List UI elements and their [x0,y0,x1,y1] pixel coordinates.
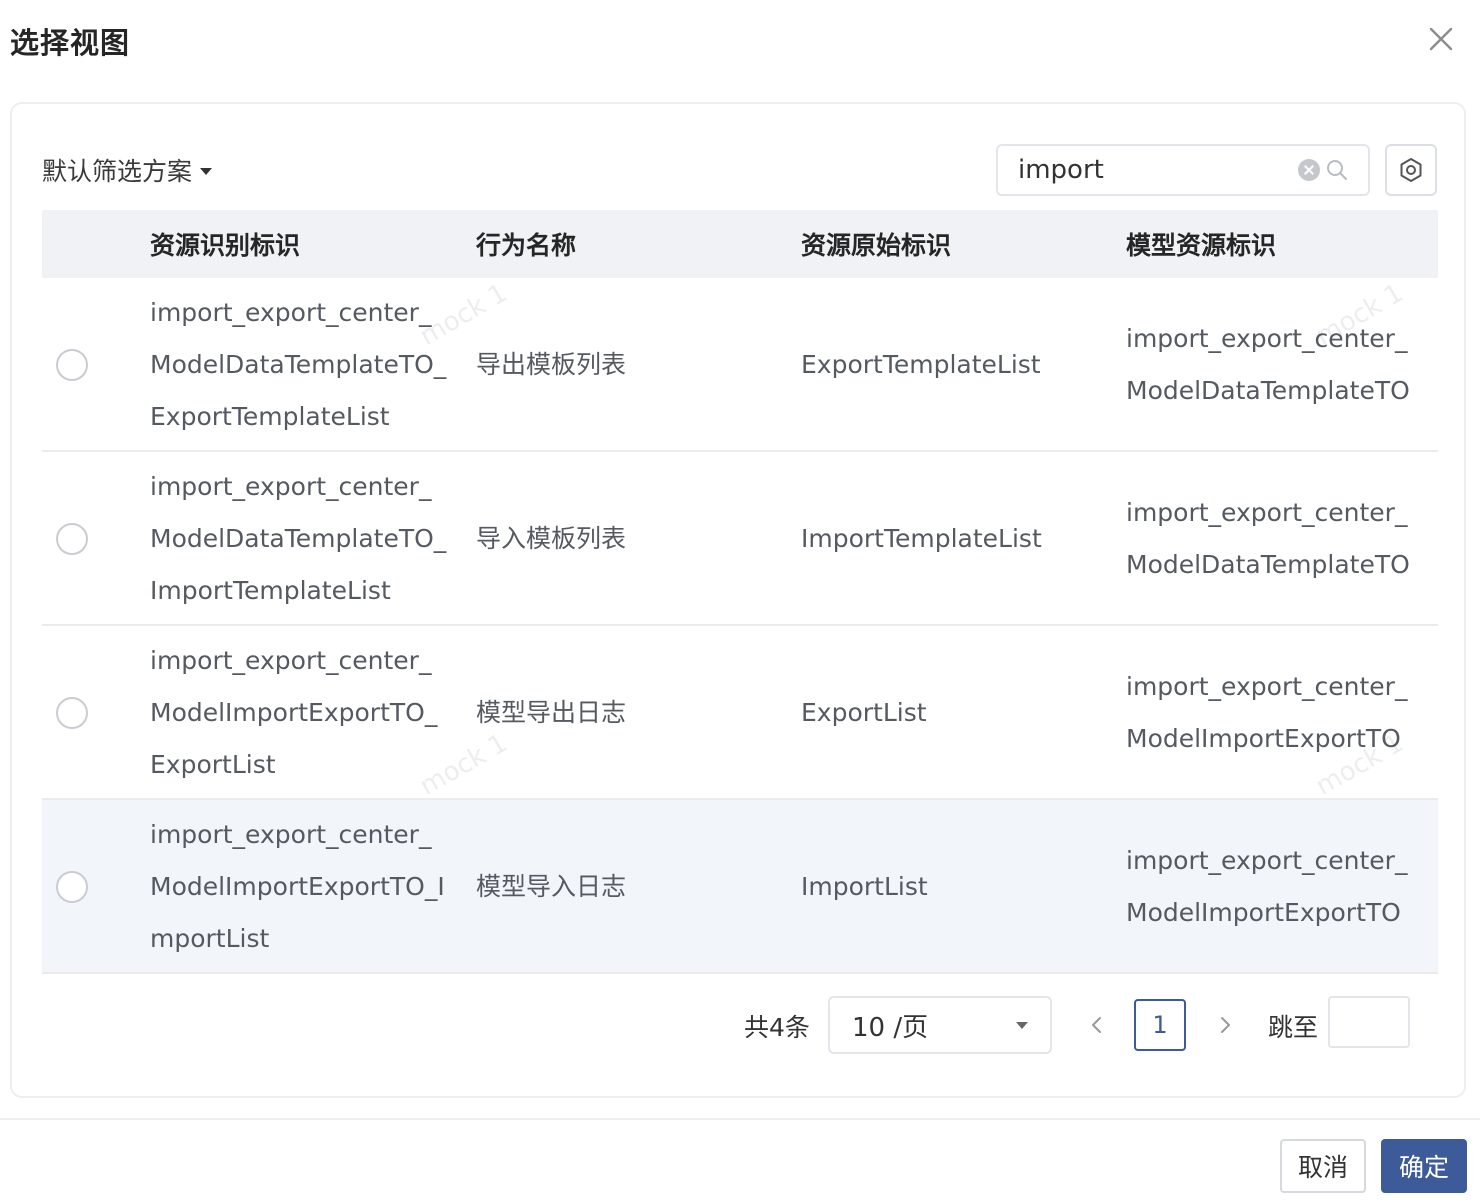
cell-resource-id: import_export_center_ModelImportExportTO… [150,646,438,779]
clear-icon[interactable] [1298,159,1320,181]
cell-origin-id: ExportTemplateList [801,350,1041,379]
table-row[interactable]: import_export_center_ModelImportExportTO… [42,626,1438,800]
cell-action-name: 模型导出日志 [476,698,627,727]
table-row[interactable]: import_export_center_ModelDataTemplateTO… [42,452,1438,626]
jump-to-label: 跳至 [1268,1013,1319,1042]
search-icon[interactable] [1326,159,1348,181]
cell-resource-id: import_export_center_ModelImportExportTO… [150,820,445,953]
table-settings-button[interactable] [1385,144,1437,196]
cell-origin-id: ExportList [801,698,927,727]
close-icon[interactable] [1428,26,1454,52]
row-select-radio[interactable] [56,349,88,381]
row-select-radio[interactable] [56,871,88,903]
view-selection-panel: 默认筛选方案 import 资源识别标识 行为名称 资源原始标识 模型资源标识 … [10,102,1466,1098]
cell-model-resource-id: import_export_center_ModelImportExportTO [1126,846,1408,927]
column-header-model-resource-id: 模型资源标识 [1126,231,1277,260]
row-select-radio[interactable] [56,523,88,555]
cell-resource-id: import_export_center_ModelDataTemplateTO… [150,298,447,431]
page-size-select[interactable]: 10 /页 [828,996,1052,1054]
search-input[interactable]: import [996,144,1370,196]
cell-origin-id: ImportList [801,872,928,901]
row-select-radio[interactable] [56,697,88,729]
caret-down-icon [200,168,213,175]
page-number-button[interactable]: 1 [1134,999,1186,1051]
caret-down-icon [1016,1022,1028,1029]
filter-scheme-label: 默认筛选方案 [42,157,193,186]
cell-model-resource-id: import_export_center_ModelDataTemplateTO [1126,324,1410,405]
filter-scheme-dropdown[interactable]: 默认筛选方案 [42,152,213,188]
cell-origin-id: ImportTemplateList [801,524,1042,553]
confirm-button[interactable]: 确定 [1381,1139,1467,1193]
footer-divider [0,1118,1480,1120]
chevron-left-icon[interactable] [1090,1015,1104,1035]
cell-resource-id: import_export_center_ModelDataTemplateTO… [150,472,447,605]
cancel-button[interactable]: 取消 [1280,1139,1366,1193]
prev-page-button[interactable] [1084,1010,1110,1040]
column-header-action-name: 行为名称 [476,231,577,260]
column-header-resource-id: 资源识别标识 [150,231,301,260]
close-button[interactable] [1424,22,1458,56]
cell-action-name: 导入模板列表 [476,524,627,553]
cell-model-resource-id: import_export_center_ModelImportExportTO [1126,672,1408,753]
pagination: 共4条 10 /页 1 跳至 [12,996,1464,1056]
table-row[interactable]: import_export_center_ModelDataTemplateTO… [42,278,1438,452]
chevron-right-icon[interactable] [1218,1015,1232,1035]
gear-icon[interactable] [1397,156,1425,184]
view-table: 资源识别标识 行为名称 资源原始标识 模型资源标识 import_export_… [42,210,1438,974]
cell-model-resource-id: import_export_center_ModelDataTemplateTO [1126,498,1410,579]
total-count: 共4条 [744,1013,810,1042]
table-row[interactable]: import_export_center_ModelImportExportTO… [42,800,1438,974]
cell-action-name: 模型导入日志 [476,872,627,901]
jump-to-page-input[interactable] [1328,996,1410,1048]
table-header: 资源识别标识 行为名称 资源原始标识 模型资源标识 [42,210,1438,278]
cell-action-name: 导出模板列表 [476,350,627,379]
column-header-origin-id: 资源原始标识 [801,231,952,260]
dialog-title: 选择视图 [10,26,131,60]
search-value[interactable]: import [1018,155,1298,185]
page-size-value: 10 /页 [852,1012,929,1043]
next-page-button[interactable] [1212,1010,1238,1040]
